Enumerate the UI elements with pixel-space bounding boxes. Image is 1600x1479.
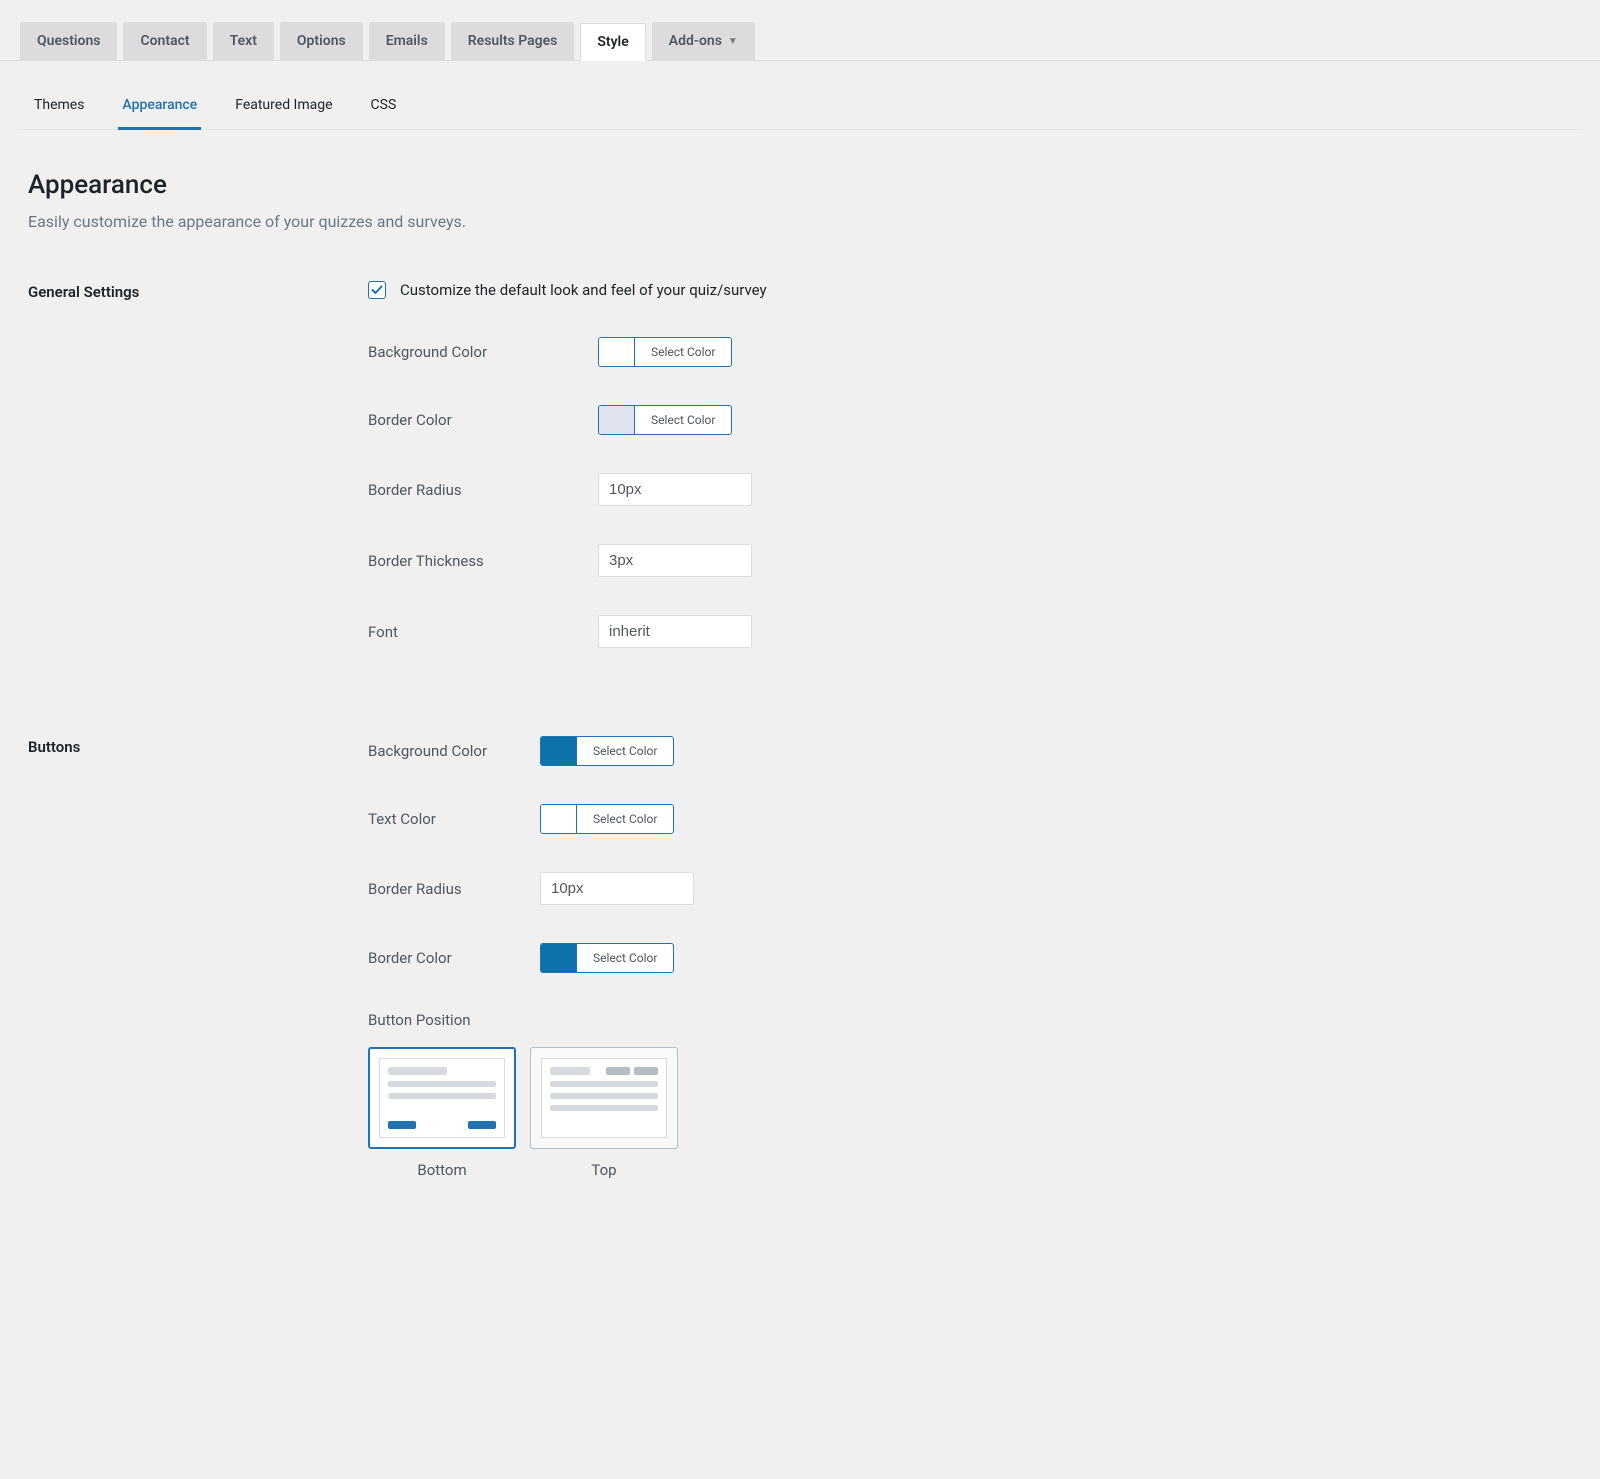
general-border-radius-input[interactable] [598,473,752,506]
tab-questions[interactable]: Questions [20,22,117,60]
subtab-css[interactable]: CSS [367,83,401,130]
section-heading-general: General Settings [28,281,368,686]
subtab-appearance[interactable]: Appearance [118,83,201,130]
page-title: Appearance [28,170,1572,200]
buttons-bg-color-picker[interactable]: Select Color [540,736,674,766]
page-subtitle: Easily customize the appearance of your … [28,212,1572,231]
general-border-color-picker[interactable]: Select Color [598,405,732,435]
select-color-label: Select Color [635,338,731,366]
color-swatch [541,737,577,765]
color-swatch [541,944,577,972]
tab-text[interactable]: Text [213,22,274,60]
label-border-thickness: Border Thickness [368,552,598,570]
label-border-radius: Border Radius [368,481,598,499]
select-color-label: Select Color [577,944,673,972]
label-bg-color: Background Color [368,343,598,361]
label-border-color: Border Color [368,411,598,429]
sub-tabs: Themes Appearance Featured Image CSS [20,83,1580,130]
button-position-bottom[interactable]: Bottom [368,1047,516,1179]
tab-contact[interactable]: Contact [123,22,206,60]
position-bottom-label: Bottom [368,1161,516,1179]
label-button-position: Button Position [368,1011,1572,1029]
general-font-input[interactable] [598,615,752,648]
general-border-thickness-input[interactable] [598,544,752,577]
general-bg-color-picker[interactable]: Select Color [598,337,732,367]
tab-style[interactable]: Style [580,23,645,61]
color-swatch [541,805,577,833]
select-color-label: Select Color [635,406,731,434]
section-heading-buttons: Buttons [28,736,368,1179]
chevron-down-icon: ▼ [728,36,738,47]
label-btn-border-color: Border Color [368,949,540,967]
position-top-label: Top [530,1161,678,1179]
color-swatch [599,406,635,434]
tab-addons[interactable]: Add-ons ▼ [652,22,755,60]
label-btn-bg-color: Background Color [368,742,540,760]
position-preview-bottom [368,1047,516,1149]
buttons-text-color-picker[interactable]: Select Color [540,804,674,834]
subtab-featured-image[interactable]: Featured Image [231,83,336,130]
buttons-border-color-picker[interactable]: Select Color [540,943,674,973]
tab-addons-label: Add-ons [669,33,722,49]
button-position-top[interactable]: Top [530,1047,678,1179]
subtab-themes[interactable]: Themes [30,83,88,130]
section-buttons: Buttons Background Color Select Color Te… [28,736,1572,1179]
label-btn-border-radius: Border Radius [368,880,540,898]
tab-results-pages[interactable]: Results Pages [451,22,575,60]
primary-tabs: Questions Contact Text Options Emails Re… [0,0,1600,61]
check-icon [371,284,383,296]
customize-checkbox-label: Customize the default look and feel of y… [400,281,767,299]
position-preview-top [530,1047,678,1149]
label-btn-text-color: Text Color [368,810,540,828]
select-color-label: Select Color [577,805,673,833]
select-color-label: Select Color [577,737,673,765]
section-general-settings: General Settings Customize the default l… [28,281,1572,686]
buttons-border-radius-input[interactable] [540,872,694,905]
label-font: Font [368,623,598,641]
tab-emails[interactable]: Emails [369,22,445,60]
color-swatch [599,338,635,366]
customize-checkbox[interactable] [368,281,386,299]
tab-options[interactable]: Options [280,22,363,60]
